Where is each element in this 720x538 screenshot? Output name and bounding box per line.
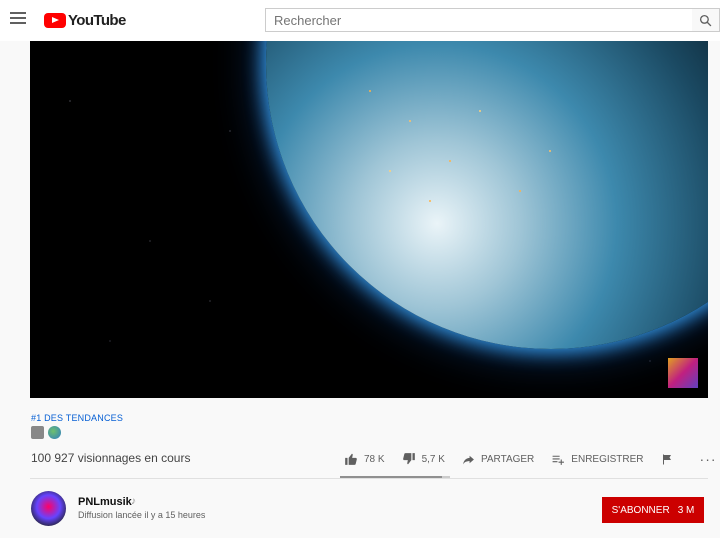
channel-avatar[interactable]	[31, 491, 66, 526]
trending-badge[interactable]: #1 DES TENDANCES	[31, 413, 123, 423]
action-bar: 78 K 5,7 K PARTAGER ENREGISTRER ···	[340, 448, 717, 470]
stream-start-info: Diffusion lancée il y a 15 heures	[78, 510, 206, 520]
dislike-button[interactable]: 5,7 K	[402, 452, 445, 466]
subscriber-count: 3 M	[677, 504, 695, 516]
subscribe-button[interactable]: S'ABONNER 3 M	[602, 497, 704, 523]
like-count: 78 K	[364, 453, 385, 465]
flag-icon	[662, 454, 671, 464]
more-actions-button[interactable]: ···	[700, 451, 717, 467]
thumbs-down-icon	[402, 453, 415, 465]
search-input[interactable]	[265, 8, 693, 32]
search-icon	[699, 14, 712, 26]
channel-watermark[interactable]	[668, 358, 698, 388]
video-player[interactable]	[30, 41, 708, 398]
music-note-icon: ♪	[131, 496, 136, 507]
menu-icon[interactable]	[10, 12, 26, 26]
city-lights	[330, 51, 590, 251]
satellite-icon	[31, 426, 44, 439]
search-button[interactable]	[692, 8, 720, 32]
youtube-logo-icon	[44, 12, 66, 28]
playlist-add-icon	[552, 455, 565, 465]
share-icon	[463, 455, 474, 464]
logo-text: YouTube	[68, 11, 126, 29]
thumbs-up-icon	[345, 453, 357, 465]
save-label: ENREGISTRER	[571, 453, 644, 465]
view-count: 100 927 visionnages en cours	[31, 451, 191, 465]
channel-name[interactable]: PNLmusik	[78, 496, 132, 508]
globe-icon	[48, 426, 61, 439]
top-bar: YouTube	[0, 0, 720, 41]
like-button[interactable]: 78 K	[344, 452, 385, 466]
title-emojis	[31, 426, 61, 439]
more-icon: ···	[699, 451, 717, 467]
subscribe-label: S'ABONNER	[611, 504, 670, 516]
share-label: PARTAGER	[480, 453, 535, 465]
share-button[interactable]: PARTAGER	[462, 453, 534, 466]
save-button[interactable]: ENREGISTRER	[551, 453, 644, 466]
dislike-count: 5,7 K	[421, 453, 445, 465]
divider	[30, 478, 708, 479]
youtube-logo[interactable]: YouTube	[44, 11, 126, 29]
report-button[interactable]	[661, 453, 679, 466]
